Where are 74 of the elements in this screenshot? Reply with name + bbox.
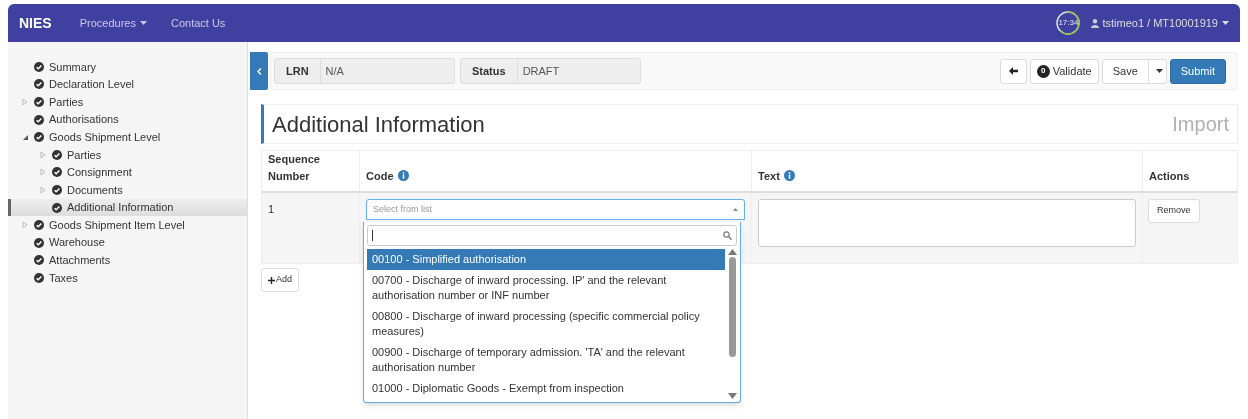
sidebar-item[interactable]: Goods Shipment Level [8,128,247,146]
nav-link[interactable]: Procedures [79,14,147,32]
caret-icon [1222,21,1229,25]
plus-icon [268,276,275,284]
check-circle-icon [34,61,44,72]
nav-link[interactable]: Contact Us [170,14,226,32]
sidebar-item[interactable]: Parties [8,93,247,111]
declaration-type: Import [1172,112,1229,137]
caret-up-icon [733,208,738,211]
sidebar-item[interactable]: Additional Information [8,198,247,217]
sidebar-item[interactable]: Summary [8,58,247,76]
arrow-left-icon [1008,67,1018,75]
collapsed-triangle-icon[interactable] [21,222,28,229]
check-circle-icon [34,237,44,248]
scrollbar-thumb[interactable] [728,257,736,357]
user-icon [1091,18,1100,28]
sidebar-item[interactable]: Declaration Level [8,75,247,94]
check-circle-icon [34,132,44,143]
dropdown-option[interactable]: 00100 - Simplified authorisation [367,249,725,270]
save-button[interactable]: Save [1101,58,1149,84]
expanded-triangle-icon[interactable] [21,134,28,141]
dropdown-option[interactable]: 00800 - Discharge of inward processing (specific commercial policy measures) [367,306,725,342]
check-circle-icon [34,97,44,107]
column-header: Text [751,151,1142,191]
collapse-sidebar-button[interactable] [250,52,268,90]
search-icon [723,231,732,240]
sidebar-item[interactable]: Parties [8,145,247,164]
submit-button[interactable]: Submit [1169,58,1226,84]
sidebar-item[interactable]: Consignment [8,163,247,182]
dropdown-option[interactable]: 00700 - Discharge of inward processing. IP' and the relevant authorisation number or INF number [367,270,725,306]
scroll-down-icon[interactable] [727,393,737,399]
text-input[interactable] [758,199,1136,247]
user-menu[interactable]: tstimeo1 / MT10001919 [1091,14,1229,32]
collapsed-triangle-icon[interactable] [39,186,46,193]
check-circle-icon [34,272,44,283]
chevron-left-icon [256,67,262,75]
check-circle-icon [52,167,62,178]
dropdown-option[interactable]: 01000 - Diplomatic Goods - Exempt from inspection [367,378,725,399]
add-button[interactable]: Add [261,268,299,292]
check-circle-icon [52,149,62,160]
search-field[interactable] [367,225,737,246]
sidebar-item[interactable]: Authorisations [8,110,247,129]
sidebar-item[interactable]: Taxes [8,269,247,287]
column-header: Actions [1142,151,1237,191]
scroll-up-icon[interactable] [727,249,737,255]
check-circle-icon [34,220,44,231]
brand-link[interactable]: NIES [19,12,52,34]
info-field: LRN N/A [274,58,455,84]
validate-button[interactable]: 0 Validate [1029,58,1099,84]
check-circle-icon [52,184,62,195]
sidebar-item[interactable]: Attachments [8,251,247,270]
sidebar-item[interactable]: Documents [8,181,247,199]
collapsed-triangle-icon[interactable] [39,169,46,176]
caret-icon [139,21,147,25]
check-circle-icon [34,114,44,125]
table-cell: 1 [268,203,275,215]
back-button[interactable] [999,58,1027,84]
remove-button[interactable]: Remove [1148,199,1200,223]
page-title: Additional Information [272,110,485,139]
info-field: Status DRAFT [460,58,641,84]
info-icon [397,169,409,181]
caret-icon [1155,69,1163,73]
collapsed-triangle-icon[interactable] [21,99,28,105]
column-header: Sequence Number [267,152,321,184]
sidebar-item[interactable]: Goods Shipment Item Level [8,216,247,234]
sidebar-item[interactable]: Warehouse [8,233,247,252]
check-circle-icon [52,202,62,213]
check-circle-icon [34,79,44,90]
column-header: Code [359,151,751,191]
check-circle-icon [34,255,44,266]
info-icon [783,169,795,181]
dropdown-option[interactable]: 00900 - Discharge of temporary admission. 'TA' and the relevant authorisation number [367,342,725,378]
collapsed-triangle-icon[interactable] [39,151,46,158]
error-count-badge: 0 [1036,64,1050,78]
